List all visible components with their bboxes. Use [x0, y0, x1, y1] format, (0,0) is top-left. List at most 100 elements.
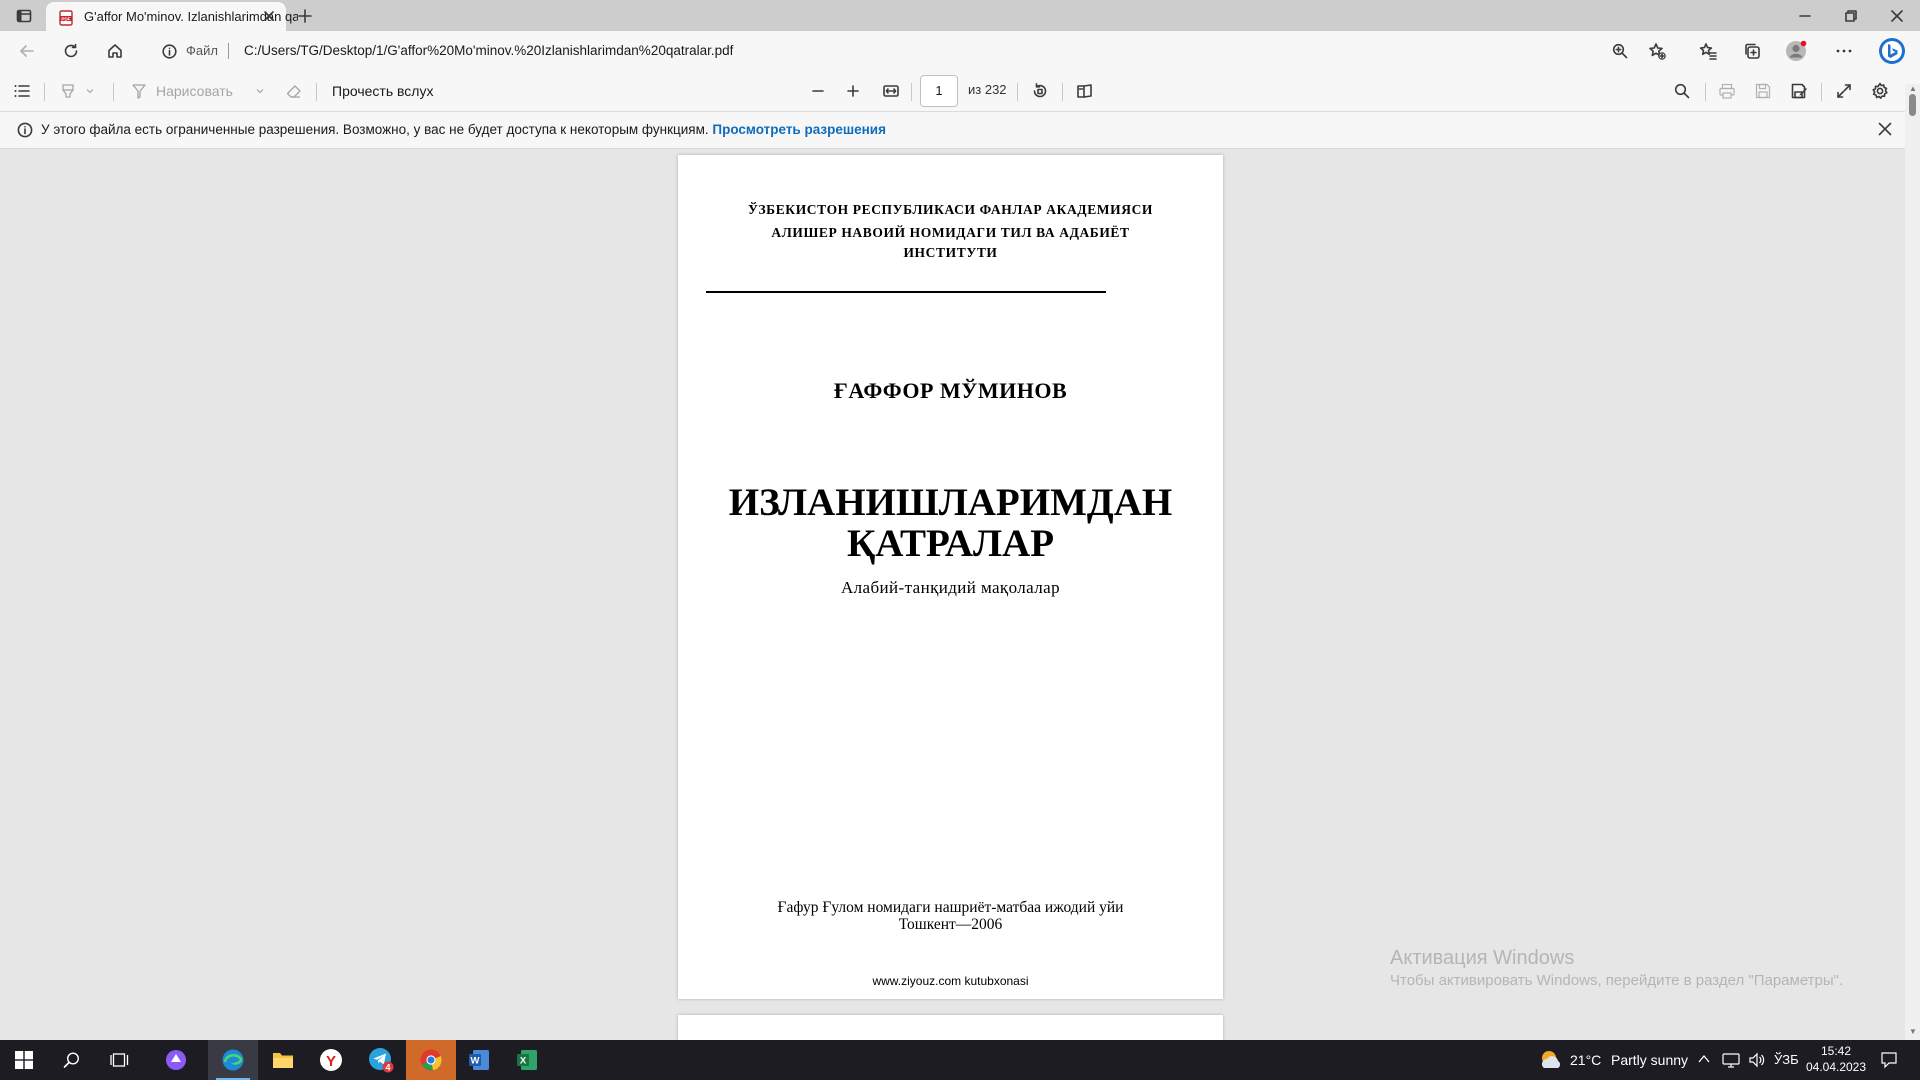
restore-button[interactable]: [1828, 0, 1874, 31]
pdf-toolbar: Нарисовать Прочесть вслух 1 из 232: [0, 71, 1920, 112]
clock[interactable]: 15:42 04.04.2023: [1805, 1043, 1867, 1075]
vertical-scrollbar[interactable]: ▲ ▼: [1905, 84, 1920, 1040]
favorites-icon: [1699, 43, 1717, 60]
taskbar-app-excel[interactable]: X: [502, 1040, 552, 1080]
print-button[interactable]: [1715, 77, 1739, 105]
scroll-down-icon[interactable]: ▼: [1909, 1027, 1917, 1036]
collections-button[interactable]: [1737, 37, 1767, 65]
zoom-in-button[interactable]: [841, 77, 865, 105]
close-window-icon: [1891, 9, 1903, 22]
fit-width-icon: [883, 85, 899, 97]
save-as-icon: [1791, 83, 1807, 99]
close-window-button[interactable]: [1874, 0, 1920, 31]
site-info-icon[interactable]: [162, 44, 177, 59]
pdf-viewport[interactable]: ЎЗБЕКИСТОН РЕСПУБЛИКАСИ ФАНЛАР АКАДЕМИЯС…: [0, 149, 1905, 1040]
excel-icon: X: [517, 1050, 537, 1070]
read-aloud-label: Прочесть вслух: [332, 83, 434, 99]
page-view-button[interactable]: [1073, 77, 1097, 105]
search-button[interactable]: [48, 1040, 96, 1080]
clock-date: 04.04.2023: [1805, 1060, 1867, 1074]
settings-more-button[interactable]: [1829, 37, 1859, 65]
chevron-up-icon[interactable]: [1698, 1054, 1710, 1064]
rotate-button[interactable]: [1028, 77, 1052, 105]
word-icon: W: [469, 1050, 489, 1070]
network-icon[interactable]: [1722, 1052, 1740, 1068]
edge-icon: [222, 1049, 244, 1071]
close-infobar-icon[interactable]: [1878, 122, 1892, 136]
weather-description[interactable]: Partly sunny: [1611, 1052, 1688, 1068]
read-aloud-button[interactable]: Прочесть вслух: [326, 77, 452, 105]
taskbar-app-word[interactable]: W: [454, 1040, 504, 1080]
taskbar-app-chrome[interactable]: [406, 1040, 456, 1080]
task-view-icon: [110, 1053, 129, 1067]
pdf-page-1: ЎЗБЕКИСТОН РЕСПУБЛИКАСИ ФАНЛАР АКАДЕМИЯС…: [678, 155, 1223, 999]
avatar-icon: [1786, 40, 1807, 61]
draw-label: Нарисовать: [156, 83, 233, 99]
permission-text: У этого файла есть ограниченные разрешен…: [41, 122, 709, 137]
table-of-contents-button[interactable]: [10, 77, 34, 105]
erase-button[interactable]: [282, 77, 306, 105]
notifications-icon[interactable]: [1880, 1051, 1898, 1069]
pdf-page-2: [678, 1015, 1223, 1040]
yandex-browser-icon: Y: [320, 1049, 342, 1071]
start-button[interactable]: [0, 1040, 48, 1080]
language-indicator[interactable]: ЎЗБ: [1774, 1052, 1799, 1067]
home-button[interactable]: [100, 37, 130, 65]
taskbar-app-edge[interactable]: [208, 1040, 258, 1080]
website-footer: www.ziyouz.com kutubxonasi: [872, 974, 1029, 988]
back-button[interactable]: [12, 37, 42, 65]
page-number-input[interactable]: 1: [920, 75, 958, 107]
institution-line-1: ЎЗБЕКИСТОН РЕСПУБЛИКАСИ ФАНЛАР АКАДЕМИЯС…: [747, 202, 1154, 217]
scroll-up-icon[interactable]: ▲: [1909, 84, 1917, 93]
draw-button[interactable]: Нарисовать: [130, 77, 270, 105]
chevron-down-icon: [86, 89, 94, 94]
new-tab-button[interactable]: [292, 4, 318, 28]
highlight-button[interactable]: [55, 77, 99, 105]
clock-time: 15:42: [1820, 1044, 1852, 1058]
favorites-button[interactable]: [1693, 37, 1723, 65]
save-as-button[interactable]: [1787, 77, 1811, 105]
bing-chat-button[interactable]: [1876, 35, 1908, 67]
fit-to-width-button[interactable]: [879, 77, 903, 105]
taskbar-app-file-explorer[interactable]: [258, 1040, 308, 1080]
view-permissions-link[interactable]: Просмотреть разрешения: [712, 122, 886, 137]
windows-activation-title: Активация Windows: [1390, 947, 1575, 969]
windows-logo-icon: [15, 1051, 33, 1069]
bing-icon: [1879, 38, 1905, 64]
tab-actions-button[interactable]: [11, 4, 37, 28]
taskbar-app-yandex[interactable]: Y: [306, 1040, 356, 1080]
add-favorite-button[interactable]: [1642, 37, 1672, 65]
zoom-button[interactable]: [1605, 37, 1635, 65]
eraser-icon: [286, 85, 301, 98]
navigation-bar: Файл C:/Users/TG/Desktop/1/G'affor%20Mo'…: [0, 31, 1920, 71]
author-name: ҒАФФОР МЎМИНОВ: [833, 378, 1068, 403]
refresh-button[interactable]: [56, 37, 86, 65]
profile-button[interactable]: [1781, 37, 1811, 65]
chevron-down-icon: [256, 89, 264, 94]
address-bar[interactable]: Файл C:/Users/TG/Desktop/1/G'affor%20Mo'…: [144, 35, 1704, 67]
two-page-view-icon: [1077, 84, 1092, 98]
address-url[interactable]: C:/Users/TG/Desktop/1/G'affor%20Mo'minov…: [244, 43, 733, 58]
zoom-out-button[interactable]: [806, 77, 830, 105]
taskbar-app-cortana[interactable]: [152, 1040, 200, 1080]
volume-icon[interactable]: [1748, 1052, 1766, 1068]
find-button[interactable]: [1670, 77, 1694, 105]
zoom-in-icon: [1612, 43, 1628, 59]
weather-partly-sunny-icon[interactable]: [1538, 1048, 1564, 1072]
book-title-line-2: ҚАТРАЛАР: [846, 522, 1055, 565]
toolbar-divider: [911, 83, 912, 101]
browser-tab[interactable]: PDF G'affor Mo'minov. Izlanishlarimdan q…: [46, 2, 298, 31]
telegram-badge: 4: [385, 1062, 390, 1072]
toolbar-divider: [1017, 83, 1018, 101]
task-view-button[interactable]: [96, 1040, 144, 1080]
plus-icon: [847, 85, 859, 97]
pdf-settings-button[interactable]: [1868, 77, 1892, 105]
rotate-icon: [1033, 82, 1047, 98]
fullscreen-button[interactable]: [1832, 77, 1856, 105]
weather-temperature[interactable]: 21°C: [1570, 1052, 1601, 1068]
close-tab-icon[interactable]: [262, 9, 276, 23]
taskbar-app-telegram[interactable]: 4: [356, 1040, 406, 1080]
save-button[interactable]: [1751, 77, 1775, 105]
minimize-button[interactable]: [1782, 0, 1828, 31]
scrollbar-thumb[interactable]: [1909, 94, 1916, 116]
